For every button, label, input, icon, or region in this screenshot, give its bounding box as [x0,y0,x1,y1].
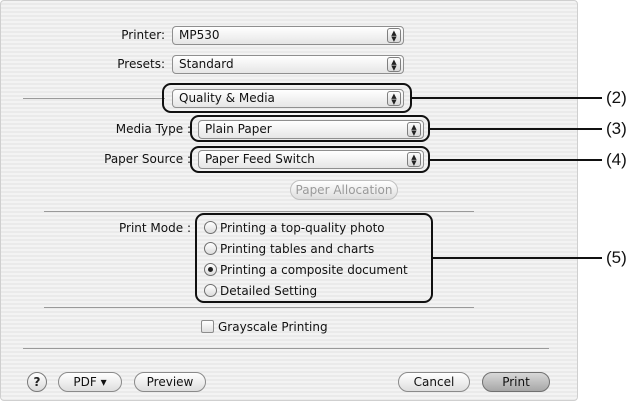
leader-line-2 [412,97,602,99]
callout-number-3: (3) [606,119,627,138]
media-type-label: Media Type : [115,122,191,136]
grayscale-label: Grayscale Printing [218,320,328,334]
popup-arrows-icon: ▲ ▼ [387,28,401,43]
panel-separator-left [23,98,165,99]
callout-ring-media-type [190,115,430,142]
paper-source-label: Paper Source : [104,152,191,166]
callout-number-2: (2) [606,88,627,107]
print-dialog: Printer: MP530 ▲ ▼ Presets: Standard ▲ ▼ Q… [0,0,578,401]
preview-button[interactable]: Preview [134,372,206,392]
print-mode-separator [44,211,474,212]
cancel-button[interactable]: Cancel [398,372,470,392]
callout-ring-print-mode [195,213,433,303]
grayscale-separator [44,307,474,308]
printer-value: MP530 [179,28,220,42]
paper-allocation-button[interactable]: Paper Allocation [290,180,398,200]
print-button[interactable]: Print [482,372,550,392]
presets-popup[interactable]: Standard ▲ ▼ [172,55,404,74]
callout-ring-paper-source [190,146,430,173]
callout-ring-panel [162,83,412,113]
checkbox-icon [201,320,214,333]
callout-number-4: (4) [606,150,627,169]
printer-label: Printer: [121,28,165,42]
presets-value: Standard [179,57,234,71]
presets-label: Presets: [117,57,165,71]
leader-line-3 [430,128,602,130]
popup-arrows-icon: ▲ ▼ [387,57,401,72]
printer-popup[interactable]: MP530 ▲ ▼ [172,26,404,45]
callout-number-5: (5) [606,248,627,267]
footer-separator [23,348,549,349]
help-icon[interactable]: ? [27,372,47,392]
print-mode-label: Print Mode : [119,221,191,235]
leader-line-4 [430,159,602,161]
grayscale-checkbox[interactable]: Grayscale Printing [201,319,328,336]
leader-line-5 [433,257,602,259]
pdf-button[interactable]: PDF ▾ [58,372,122,392]
